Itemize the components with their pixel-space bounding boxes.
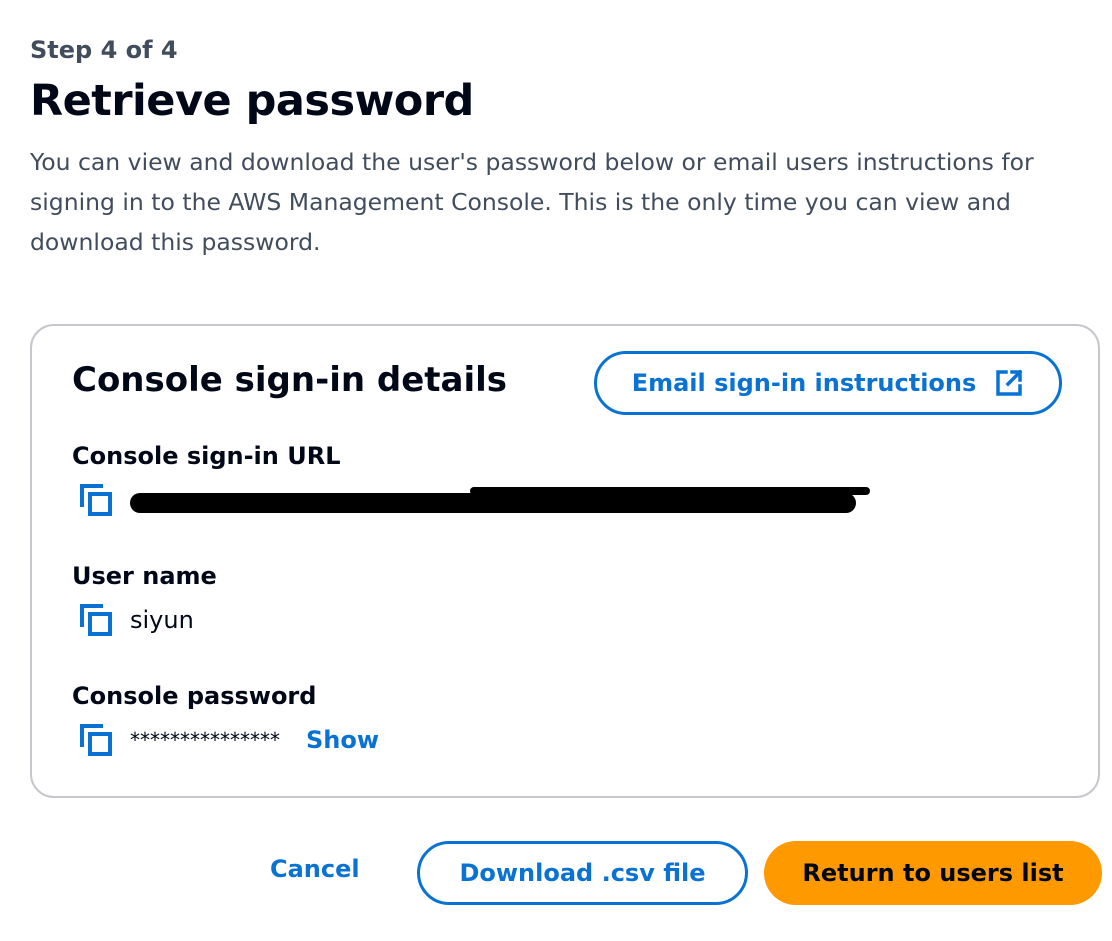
redaction-mark [130, 493, 856, 513]
password-masked-value: *************** [130, 728, 280, 752]
copy-icon[interactable] [78, 482, 114, 518]
page-description: You can view and download the user's pas… [30, 148, 1034, 256]
username-field-label: User name [72, 562, 217, 590]
step-label: Step 4 of 4 [30, 36, 178, 64]
sign-in-details-card: Console sign-in details Email sign-in in… [30, 324, 1100, 798]
redacted-url-value [130, 485, 870, 515]
return-to-users-list-button[interactable]: Return to users list [764, 841, 1102, 905]
card-title: Console sign-in details [72, 360, 508, 400]
email-sign-in-instructions-button[interactable]: Email sign-in instructions [594, 351, 1062, 415]
email-button-label: Email sign-in instructions [631, 369, 977, 397]
username-field-row: siyun [78, 600, 194, 640]
password-field-row: *************** Show [78, 720, 379, 760]
copy-icon[interactable] [78, 602, 114, 638]
external-link-icon [994, 368, 1024, 398]
copy-icon[interactable] [78, 722, 114, 758]
url-field-row [78, 480, 870, 520]
cancel-button[interactable]: Cancel [270, 855, 360, 883]
show-password-link[interactable]: Show [306, 726, 379, 754]
download-csv-button[interactable]: Download .csv file [417, 841, 748, 905]
page-title: Retrieve password [30, 76, 474, 126]
password-field-label: Console password [72, 682, 317, 710]
username-value: siyun [130, 606, 194, 634]
url-field-label: Console sign-in URL [72, 442, 341, 470]
